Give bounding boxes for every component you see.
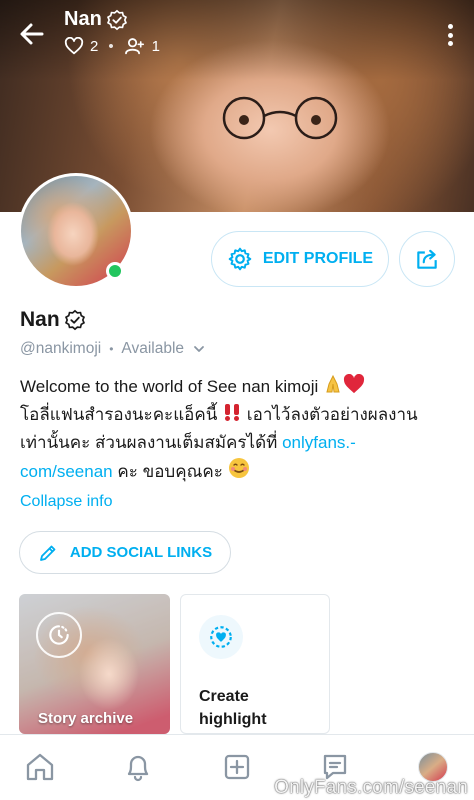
header-stats: 2 • 1: [64, 37, 160, 55]
likes-count: 2: [90, 37, 99, 55]
bio-line-2b: เอาไว้ลงตัวอย่างผลงาน: [242, 405, 418, 424]
praying-hands-emoji-icon: [326, 374, 340, 393]
fans-icon: [124, 38, 144, 55]
arrow-left-icon: [20, 23, 44, 45]
profile-bio: Welcome to the world of See nan kimoji โ…: [20, 373, 460, 486]
story-archive-icon: [36, 612, 82, 658]
cover-glasses-art: [222, 96, 338, 140]
nav-add-button[interactable]: [219, 749, 255, 785]
story-archive-label: Story archive: [38, 710, 134, 727]
online-status-dot: [106, 262, 124, 280]
more-options-button[interactable]: [440, 20, 460, 50]
bio-line-1: Welcome to the world of See nan kimoji: [20, 377, 323, 396]
story-archive-card[interactable]: Story archive: [19, 594, 170, 734]
verified-icon: [64, 309, 85, 331]
add-social-links-label: ADD SOCIAL LINKS: [69, 544, 213, 561]
bio-line-3: เท่านั้นคะ ส่วนผลงานเต็มสมัครได้ที่: [20, 433, 283, 452]
double-exclamation-icon: [225, 404, 240, 421]
add-social-links-button[interactable]: ADD SOCIAL LINKS: [19, 531, 231, 574]
heart-circle-icon: [210, 626, 232, 648]
verified-icon: [106, 9, 127, 30]
create-highlight-icon: [199, 615, 243, 659]
edit-profile-button[interactable]: EDIT PROFILE: [211, 231, 389, 287]
share-button[interactable]: [399, 231, 455, 287]
clock-history-icon: [49, 625, 69, 645]
handle-row: @nankimoji • Available: [20, 340, 206, 358]
more-dot-icon: [447, 24, 453, 29]
availability-status[interactable]: Available: [121, 340, 184, 358]
nav-notifications-button[interactable]: [120, 749, 156, 785]
collapse-info-link[interactable]: Collapse info: [20, 493, 113, 511]
more-dot-icon: [447, 41, 453, 46]
fans-count: 1: [151, 37, 160, 55]
gear-icon: [228, 247, 252, 271]
create-highlight-label: Create highlight: [199, 688, 267, 728]
pencil-icon: [39, 545, 56, 561]
more-dot-icon: [447, 32, 453, 38]
header-title: Nan: [64, 8, 128, 31]
header-name: Nan: [64, 8, 102, 30]
back-button[interactable]: [16, 18, 48, 50]
watermark-text: OnlyFans.com/seenan: [274, 777, 468, 798]
bio-line-2: โอลี่แฟนสำรองนะคะแอ็คนี้: [20, 405, 223, 424]
username-handle: @nankimoji: [20, 340, 102, 357]
smiling-face-hearts-emoji-icon: [228, 458, 249, 478]
bell-icon: [127, 755, 149, 782]
profile-name: Nan: [20, 308, 86, 332]
profile-name-text: Nan: [20, 308, 60, 331]
plus-square-icon: [224, 754, 250, 780]
nav-home-button[interactable]: [22, 749, 58, 785]
stats-separator: •: [108, 37, 114, 55]
home-icon: [26, 753, 54, 781]
handle-separator: •: [109, 342, 114, 356]
edit-profile-label: EDIT PROFILE: [262, 250, 374, 267]
share-icon: [417, 249, 437, 269]
bio-end: คะ ขอบคุณคะ: [112, 462, 228, 481]
heart-icon: [64, 37, 84, 55]
chevron-down-icon[interactable]: [192, 342, 206, 356]
red-heart-emoji-icon: [343, 374, 365, 394]
create-highlight-card[interactable]: Create highlight: [180, 594, 330, 734]
